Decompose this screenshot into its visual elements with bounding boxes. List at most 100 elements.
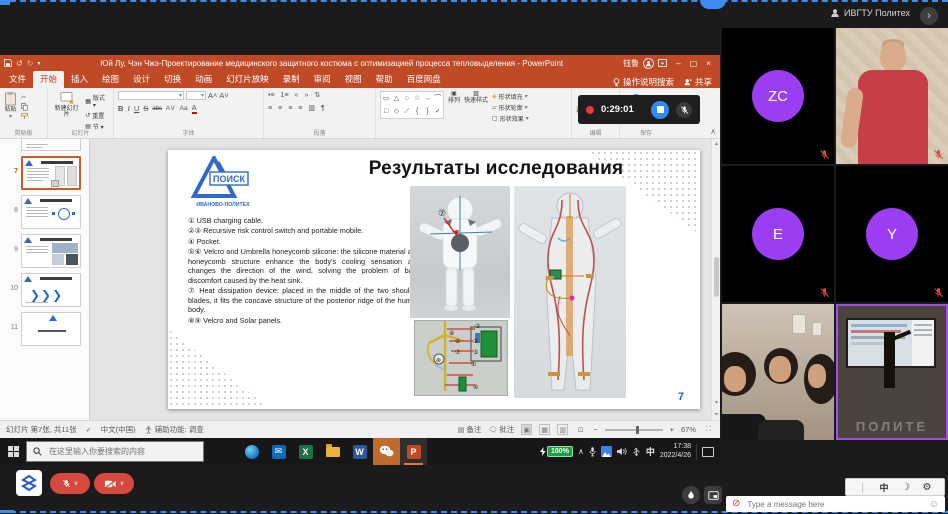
account-name[interactable]: 钰鲁 (623, 58, 639, 69)
tab-slideshow[interactable]: 幻灯片放映 (219, 71, 276, 88)
indent-decrease-icon[interactable]: « (295, 92, 299, 99)
battery-indicator[interactable]: 100% (540, 446, 573, 457)
action-center-icon[interactable] (702, 447, 714, 457)
redo-icon[interactable]: ↻ (27, 59, 34, 68)
indent-increase-icon[interactable]: » (304, 92, 308, 99)
tab-animations[interactable]: 动画 (188, 71, 219, 88)
copy-icon[interactable] (21, 103, 29, 111)
slideshow-view-button[interactable]: ⊡ (575, 424, 586, 435)
paste-button[interactable]: 粘贴▾ (4, 91, 17, 121)
chat-input[interactable] (745, 499, 923, 510)
slide-thumbnail-7[interactable]: 7 (6, 156, 85, 190)
participant-tile-e[interactable]: E (722, 166, 834, 302)
text-direction-icon[interactable]: ¶ (321, 105, 325, 112)
slide-7[interactable]: ПОИСК ИВАНОВО-ПОЛИТЕХ Результаты исследо… (168, 150, 700, 409)
scroll-down-icon[interactable]: ▾ (712, 399, 720, 406)
taskbar-word-icon[interactable]: W (346, 438, 373, 465)
numbering-icon[interactable]: 1≡ (281, 92, 289, 99)
accessibility-status[interactable]: 辅助功能: 调查 (145, 424, 204, 435)
shrink-font-icon[interactable]: A˅ (219, 91, 228, 100)
start-button[interactable] (0, 438, 26, 465)
scroll-up-icon[interactable]: ▴ (712, 140, 720, 147)
close-button[interactable]: × (701, 59, 716, 68)
collapse-ribbon-icon[interactable]: ∧ (710, 127, 716, 136)
taskbar-search[interactable] (26, 441, 204, 462)
camera-off-button[interactable]: ∨ (94, 473, 134, 494)
tray-clock[interactable]: 17:38 2022/4/26 (660, 443, 691, 460)
tab-file[interactable]: 文件 (2, 71, 33, 88)
next-slide-icon[interactable]: ⏷ (712, 412, 720, 419)
wiring-diagram-inset[interactable]: ⊗ ② ③ ⑤ ⑥ ⑧ ⑦ ① ④ (414, 320, 508, 396)
slide-thumbnail-6-partial[interactable] (21, 139, 85, 151)
line-spacing-icon[interactable]: ⇅ (314, 91, 320, 99)
slide-canvas[interactable]: ПОИСК ИВАНОВО-ПОЛИТЕХ Результаты исследо… (90, 139, 720, 420)
ime-toolbar[interactable]: ❘ 中 ☽ ⚙ (845, 478, 945, 496)
taskbar-mail-icon[interactable]: ✉ (265, 438, 292, 465)
reading-view-button[interactable]: ▥ (557, 424, 568, 435)
share-button[interactable]: 共享 (684, 76, 712, 88)
italic-button[interactable]: I (127, 104, 130, 113)
tab-draw[interactable]: 绘图 (95, 71, 126, 88)
tab-help[interactable]: 帮助 (369, 71, 400, 88)
tab-home[interactable]: 开始 (33, 71, 64, 88)
bold-button[interactable]: B (118, 104, 123, 113)
spellcheck-icon[interactable]: ✓ (86, 426, 92, 434)
moon-icon[interactable]: ☽ (901, 482, 910, 493)
ime-lang-button[interactable]: 中 (879, 481, 888, 494)
slide-thumbnail-panel[interactable]: 7 8 (0, 139, 90, 420)
taskbar-powerpoint-icon[interactable]: P (400, 438, 427, 465)
qat-dropdown-icon[interactable]: ▾ (37, 60, 40, 67)
tab-record[interactable]: 录制 (276, 71, 307, 88)
gear-icon[interactable]: ⚙ (923, 482, 932, 493)
tray-speaker-icon[interactable] (617, 447, 627, 456)
taskbar-wechat-icon[interactable] (373, 438, 400, 465)
slide-thumbnail-10[interactable]: 10 ❯❯❯ (6, 273, 85, 307)
ime-handle[interactable]: ❘ (859, 482, 867, 493)
participant-tile-y[interactable]: Y (836, 166, 948, 302)
bullets-icon[interactable]: •≡ (268, 92, 275, 99)
shapes-gallery[interactable]: ▭△○☆→⌒ □◇⟋{}✓ (380, 91, 444, 119)
save-icon[interactable] (4, 59, 12, 67)
format-painter-icon[interactable] (21, 113, 29, 120)
underline-button[interactable]: U (134, 104, 139, 113)
strike-button[interactable]: S (143, 104, 148, 113)
meeting-app-logo[interactable] (16, 470, 42, 496)
font-size-select[interactable]: ▾ (186, 91, 206, 100)
columns-icon[interactable]: ▥ (308, 104, 315, 112)
font-color-icon[interactable]: A (192, 104, 197, 114)
shape-effects-button[interactable]: ▢形状效果▾ (492, 114, 529, 123)
cut-icon[interactable]: ✂ (21, 94, 29, 101)
tray-ime-indicator[interactable]: 中 (646, 445, 655, 458)
slide-title[interactable]: Результаты исследования (306, 158, 686, 180)
slide-thumbnail-11[interactable]: 11 (6, 312, 85, 346)
pip-view-button[interactable] (704, 486, 722, 504)
comments-button[interactable]: 🗨批注 (488, 424, 514, 435)
fit-slide-icon[interactable]: ⛶ (703, 424, 714, 435)
taskbar-explorer-icon[interactable] (319, 438, 346, 465)
tab-view[interactable]: 视图 (338, 71, 369, 88)
font-name-select[interactable]: ▾ (118, 91, 184, 100)
tray-usb-icon[interactable] (632, 447, 641, 456)
align-center-icon[interactable]: ≡ (278, 105, 282, 112)
mic-muted-button[interactable]: ∨ (50, 473, 90, 494)
suit-diagram-photo[interactable] (514, 186, 626, 398)
zoom-slider[interactable] (605, 429, 663, 431)
notes-button[interactable]: ▤备注 (458, 424, 482, 435)
change-case-icon[interactable]: Aa (180, 105, 188, 112)
mic-menu-caret-icon[interactable]: ∨ (74, 480, 78, 487)
participant-tile-teacher[interactable] (836, 28, 948, 164)
justify-icon[interactable]: ≡ (298, 105, 302, 112)
search-input[interactable] (47, 446, 197, 457)
clear-format-icon[interactable]: abc (152, 106, 162, 112)
taskbar-excel-icon[interactable]: X (292, 438, 319, 465)
expand-panel-button[interactable]: › (920, 7, 938, 25)
stop-recording-button[interactable] (651, 101, 669, 119)
account-avatar[interactable] (643, 58, 654, 69)
camera-menu-caret-icon[interactable]: ∨ (120, 480, 124, 487)
canvas-scrollbar[interactable]: ▴ ▾ ⏷ (711, 139, 720, 420)
scrollbar-thumb[interactable] (714, 257, 719, 297)
suit-back-photo[interactable]: ⑦ (410, 186, 510, 318)
align-right-icon[interactable]: ≡ (288, 105, 292, 112)
emoji-icon[interactable]: ☺ (929, 499, 939, 510)
language-indicator[interactable]: 中文(中国) (101, 424, 136, 435)
